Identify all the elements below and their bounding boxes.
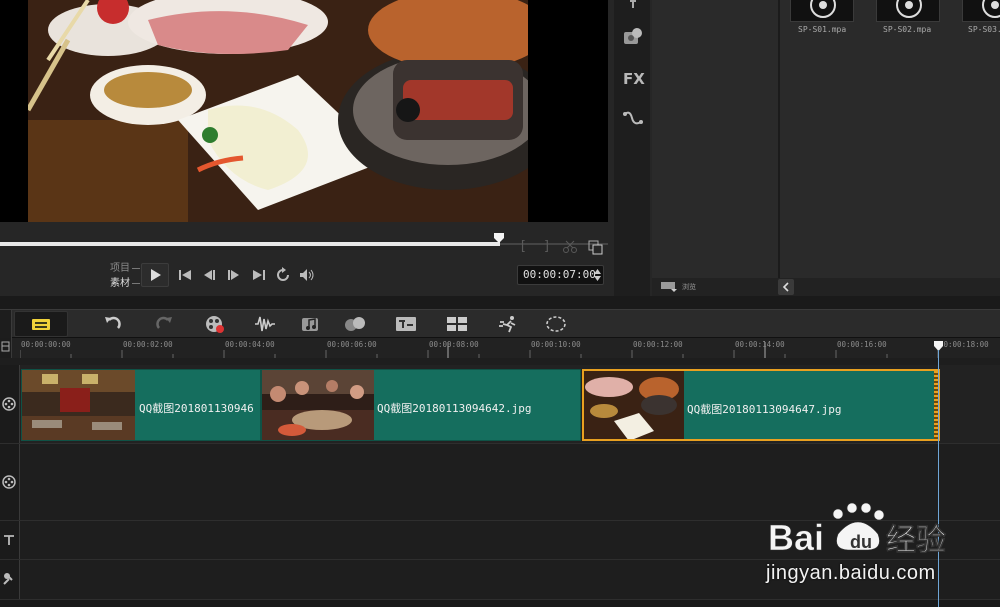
previous-frame-icon[interactable] — [200, 266, 218, 284]
audio-disc-icon — [810, 0, 836, 18]
clip-thumbnail — [262, 370, 374, 440]
voice-track-header — [0, 560, 20, 599]
library-panel: FX SP-S01.mpa SP-S02.mpa SP-S03. 浏览 — [612, 0, 1000, 296]
timeline-clip[interactable]: QQ截图20180113094642.jpg — [261, 369, 581, 441]
library-content: SP-S01.mpa SP-S02.mpa SP-S03. — [652, 0, 1000, 278]
overlay-reel-icon[interactable] — [2, 475, 16, 489]
record-capture-icon[interactable] — [204, 314, 226, 334]
auto-music-icon[interactable] — [300, 314, 322, 334]
go-to-end-icon[interactable] — [250, 266, 268, 284]
watermark-url: jingyan.baidu.com — [766, 562, 936, 584]
scroll-left-button[interactable] — [778, 279, 794, 295]
track-gap — [0, 358, 1000, 365]
overlay-track-header — [0, 444, 20, 520]
ruler-tick-label: 00:00:16:00 — [837, 340, 887, 349]
timeline-ruler[interactable]: 00:00:00:00 00:00:02:00 00:00:04:00 00:0… — [0, 338, 1000, 358]
clip-thumbnail — [584, 371, 684, 439]
clip-name: QQ截图20180113094647.jpg — [687, 403, 842, 416]
mode-project-label[interactable]: 项目 — [110, 261, 130, 276]
title-icon[interactable] — [2, 533, 16, 547]
timeline-toolbar — [0, 309, 1000, 338]
title-track-header — [0, 521, 20, 559]
mask-creator-icon[interactable] — [545, 314, 567, 334]
ruler-tick-label: 00:00:06:00 — [327, 340, 377, 349]
library-thumbnail[interactable] — [790, 0, 854, 22]
clip-thumbnail — [22, 370, 135, 440]
multi-camera-icon[interactable] — [446, 314, 468, 334]
ruler-tick-label: 00:00:14:00 — [735, 340, 785, 349]
svg-text:经验: 经验 — [886, 523, 946, 558]
go-to-start-icon[interactable] — [176, 266, 194, 284]
undo-icon[interactable] — [102, 314, 124, 334]
chevron-left-icon — [782, 282, 789, 292]
browse-label: 浏览 — [682, 283, 696, 291]
play-icon — [151, 269, 161, 281]
library-thumbnail-label: SP-S02.mpa — [883, 25, 932, 34]
library-divider — [778, 0, 780, 296]
ruler-tick-label: 00:00:04:00 — [225, 340, 275, 349]
track-manager-icon[interactable] — [0, 338, 12, 358]
ruler-tick-label: 00:00:02:00 — [123, 340, 173, 349]
audio-disc-icon — [896, 0, 922, 18]
toolbar-edge — [0, 310, 12, 338]
subtitle-editor-icon[interactable] — [395, 314, 417, 334]
path-motion-icon[interactable] — [622, 108, 644, 130]
audio-disc-icon — [982, 0, 1000, 18]
fx-filter-icon[interactable]: FX — [623, 70, 645, 88]
microphone-icon[interactable] — [2, 572, 16, 586]
graphics-icon[interactable] — [622, 26, 644, 48]
sound-mixer-icon[interactable] — [254, 314, 276, 334]
clip-name: QQ截图20180113094642.jpg — [377, 402, 532, 415]
svg-text:du: du — [850, 532, 872, 552]
scrub-handle[interactable] — [493, 232, 505, 244]
next-frame-icon[interactable] — [225, 266, 243, 284]
ruler-tick-label: 00:00:00:00 — [21, 340, 71, 349]
video-track-header — [0, 365, 20, 443]
timeline-clip-selected[interactable]: QQ截图20180113094647.jpg — [582, 369, 940, 441]
ruler-corner — [0, 338, 12, 358]
ruler-tick-label: 00:00:10:00 — [531, 340, 581, 349]
library-thumbnail-label: SP-S01.mpa — [798, 25, 847, 34]
transition-icon[interactable] — [622, 0, 644, 14]
volume-icon[interactable] — [298, 266, 316, 284]
baidu-jingyan-logo: Bai 经验 du — [768, 502, 946, 558]
library-footer: 浏览 — [652, 278, 1000, 296]
storyboard-view-button[interactable] — [14, 311, 68, 337]
redo-icon[interactable] — [153, 314, 175, 334]
library-thumbnail[interactable] — [876, 0, 940, 22]
motion-tracking-icon[interactable] — [344, 314, 366, 334]
scrub-bar-progress[interactable] — [0, 242, 500, 246]
baidu-watermark: Bai 经验 du jingyan.baidu.com — [766, 500, 996, 595]
browse-button[interactable]: 浏览 — [660, 280, 696, 294]
time-remapping-icon[interactable] — [498, 314, 520, 334]
preview-image — [28, 0, 528, 222]
clip-name: QQ截图201801130946 — [139, 402, 254, 415]
enlarge-preview-icon[interactable] — [588, 240, 603, 255]
preview-panel: [ ] 项目 素材 00:00:07:00 — [0, 0, 612, 296]
library-category-strip: FX — [614, 0, 650, 296]
play-button[interactable] — [141, 263, 169, 287]
repeat-icon[interactable] — [274, 266, 292, 284]
timecode-value: 00:00:07:00 — [523, 268, 596, 281]
mark-in-icon[interactable]: [ — [519, 239, 527, 254]
ruler-tick-label: 00:00:18:00 — [939, 340, 989, 349]
ruler-tick-label: 00:00:12:00 — [633, 340, 683, 349]
browse-folder-icon — [661, 282, 677, 292]
video-track[interactable]: QQ截图201801130946 QQ截图20180113094642.jpg … — [0, 365, 1000, 444]
library-thumbnail[interactable] — [962, 0, 1000, 22]
storyboard-icon — [32, 319, 50, 330]
film-reel-icon[interactable] — [2, 397, 16, 411]
video-preview — [0, 0, 608, 222]
preview-mode-switch[interactable]: 项目 素材 — [110, 261, 140, 291]
ruler-tick-label: 00:00:08:00 — [429, 340, 479, 349]
timecode-field[interactable]: 00:00:07:00 — [517, 265, 604, 285]
mode-clip-label[interactable]: 素材 — [110, 276, 130, 291]
scissors-icon[interactable] — [563, 240, 577, 254]
svg-text:Bai: Bai — [768, 517, 824, 558]
library-thumbnail-label: SP-S03. — [968, 25, 1000, 34]
timeline-clip[interactable]: QQ截图201801130946 — [21, 369, 261, 441]
timecode-spinner-icon[interactable] — [594, 268, 601, 282]
mark-out-icon[interactable]: ] — [543, 239, 551, 254]
